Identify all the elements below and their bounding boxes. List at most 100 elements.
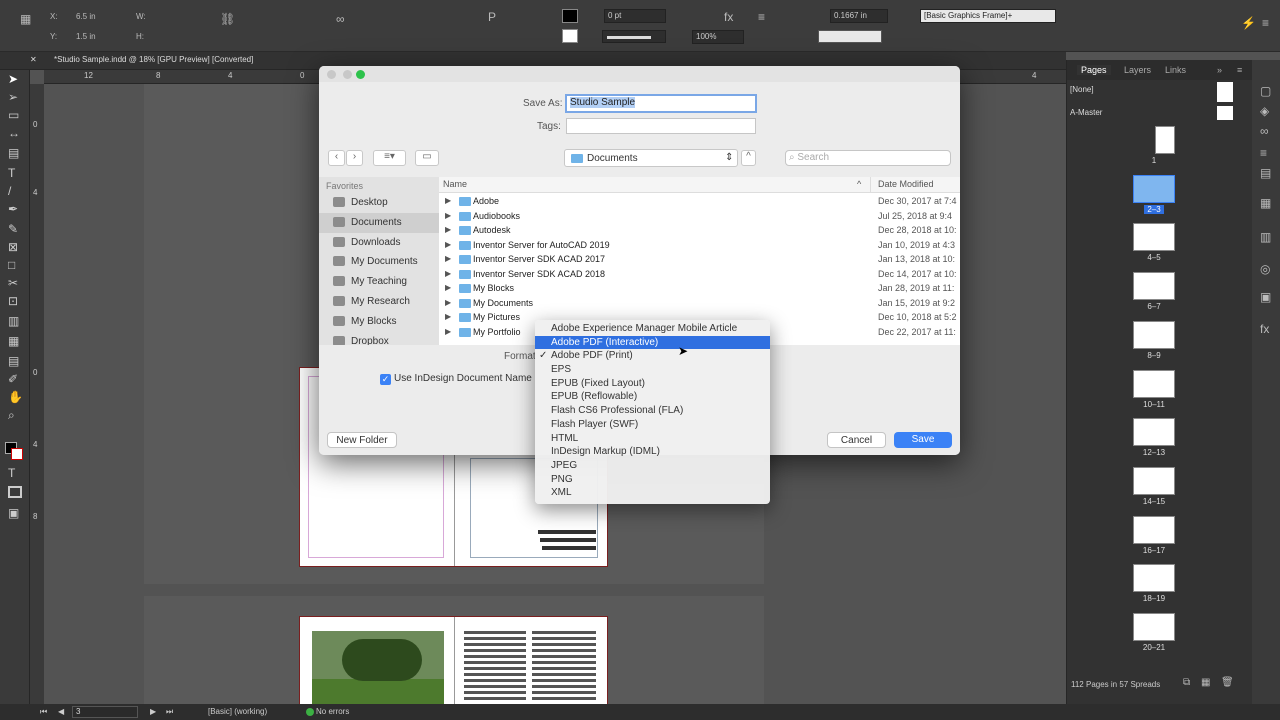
page-thumbnail[interactable]	[1155, 126, 1175, 154]
rectangle-frame-tool-icon[interactable]: ⊠	[8, 240, 18, 254]
page-thumbnail[interactable]	[1133, 466, 1175, 495]
zoom-light[interactable]	[356, 70, 365, 79]
note-tool-icon[interactable]: ▤	[8, 354, 19, 368]
new-page-icon[interactable]: ▦	[1201, 677, 1210, 688]
format-option[interactable]: JPEG	[535, 459, 770, 473]
stroke-swatch[interactable]	[562, 29, 578, 43]
forward-button[interactable]: ›	[346, 150, 363, 166]
sidebar-item-downloads[interactable]: Downloads	[319, 233, 439, 253]
disclosure-triangle-icon[interactable]: ▶	[445, 211, 451, 220]
normal-view-icon[interactable]	[8, 486, 22, 498]
disclosure-triangle-icon[interactable]: ▶	[445, 283, 451, 292]
zoom-tool-icon[interactable]: ⌕	[8, 408, 15, 423]
rectangle-tool-icon[interactable]: □	[8, 258, 15, 272]
format-option[interactable]: EPUB (Fixed Layout)	[535, 377, 770, 391]
next-page-icon[interactable]: ▶	[150, 707, 156, 716]
format-option[interactable]: XML	[535, 486, 770, 500]
fx-icon[interactable]: fx	[724, 10, 733, 24]
disclosure-triangle-icon[interactable]: ▶	[445, 225, 451, 234]
close-light[interactable]	[327, 70, 336, 79]
page-size-icon[interactable]: ⧉	[1183, 677, 1190, 688]
page-thumbnail[interactable]	[1133, 223, 1175, 252]
sidebar-item-my-blocks[interactable]: My Blocks	[319, 312, 439, 332]
close-icon[interactable]: ✕	[30, 55, 37, 64]
pencil-tool-icon[interactable]: ✎	[8, 222, 18, 236]
master-a[interactable]: A-Master	[1070, 108, 1102, 117]
direct-selection-tool-icon[interactable]: ➢	[8, 90, 18, 104]
last-page-icon[interactable]: ⏭	[166, 707, 173, 717]
free-transform-tool-icon[interactable]: ⊡	[8, 294, 18, 308]
format-option[interactable]: HTML	[535, 432, 770, 446]
format-option[interactable]: Flash Player (SWF)	[535, 418, 770, 432]
minimize-light[interactable]	[343, 70, 352, 79]
formatting-affects-icon[interactable]: T	[8, 466, 15, 480]
stroke-weight-field[interactable]: 0 pt	[604, 9, 666, 23]
disclosure-triangle-icon[interactable]: ▶	[445, 269, 451, 278]
panel-menu-icon[interactable]: ≡	[1237, 65, 1242, 75]
page-thumbnail[interactable]	[1133, 515, 1175, 544]
tags-field[interactable]	[566, 118, 756, 134]
pen-tool-icon[interactable]: ✒	[8, 202, 18, 216]
pages-panel-icon[interactable]: ▢	[1260, 84, 1271, 98]
hand-tool-icon[interactable]: ✋	[8, 390, 23, 404]
format-option[interactable]: PNG	[535, 473, 770, 487]
sidebar-item-desktop[interactable]: Desktop	[319, 193, 439, 213]
fx-panel-icon[interactable]: fx	[1260, 322, 1269, 336]
format-option[interactable]: EPS	[535, 363, 770, 377]
x-field[interactable]: 6.5 in	[76, 12, 96, 21]
fill-swatch[interactable]	[562, 9, 578, 23]
color-panel-icon[interactable]: ▤	[1260, 166, 1271, 180]
file-row[interactable]: ▶ Adobe Dec 30, 2017 at 7:4	[439, 195, 960, 209]
screen-mode-icon[interactable]: ▣	[8, 506, 19, 520]
link-icon[interactable]: ∞	[336, 12, 345, 26]
selection-tool-icon[interactable]: ➤	[8, 72, 18, 86]
first-page-icon[interactable]: ⏮	[40, 707, 47, 717]
swatch-select[interactable]	[818, 30, 882, 43]
stroke-type-select[interactable]	[602, 30, 666, 43]
file-row[interactable]: ▶ My Documents Jan 15, 2019 at 9:2	[439, 297, 960, 311]
preflight-status[interactable]: No errors	[316, 707, 349, 716]
name-column-header[interactable]: Name	[443, 179, 467, 189]
file-row[interactable]: ▶ Inventor Server SDK ACAD 2018 Dec 14, 20…	[439, 268, 960, 282]
trash-icon[interactable]: 🗑	[1221, 677, 1234, 688]
scissors-tool-icon[interactable]: ✂	[8, 276, 18, 290]
page-thumbnail[interactable]	[1133, 418, 1175, 447]
effects-panel-icon[interactable]: ▣	[1260, 290, 1271, 304]
search-field[interactable]: ⌕ Search	[785, 150, 951, 166]
gap-tool-icon[interactable]: ↔	[8, 126, 20, 140]
file-row[interactable]: ▶ Inventor Server for AutoCAD 2019 Jan 10,…	[439, 239, 960, 253]
constrain-icon[interactable]: ⛓	[220, 12, 235, 26]
links-panel-icon[interactable]: ∞	[1260, 124, 1269, 138]
format-option[interactable]: InDesign Markup (IDML)	[535, 445, 770, 459]
tab-links[interactable]: Links	[1165, 65, 1186, 75]
view-options-button[interactable]: ≡▾	[373, 150, 406, 166]
file-row[interactable]: ▶ Inventor Server SDK ACAD 2017 Jan 13, 20…	[439, 253, 960, 267]
new-folder-button[interactable]: New Folder	[327, 432, 397, 448]
page-thumbnail[interactable]	[1133, 613, 1175, 641]
tab-layers[interactable]: Layers	[1124, 65, 1151, 75]
reference-point-icon[interactable]: ▦	[20, 12, 31, 26]
cc-libraries-icon[interactable]: ◎	[1260, 262, 1270, 276]
prev-page-icon[interactable]: ◀	[58, 707, 64, 716]
format-option[interactable]: ✓ Adobe PDF (Print)	[535, 349, 770, 363]
location-select[interactable]: Documents ⇕	[564, 149, 738, 167]
preflight-profile[interactable]: [Basic] (working)	[208, 707, 267, 716]
sidebar-item-my-documents[interactable]: My Documents	[319, 252, 439, 272]
disclosure-triangle-icon[interactable]: ▶	[445, 196, 451, 205]
panel-expand-icon[interactable]: »	[1217, 65, 1222, 75]
collapse-button[interactable]: ^	[741, 150, 756, 166]
spread-4-5[interactable]	[299, 616, 608, 707]
y-field[interactable]: 1.5 in	[76, 32, 96, 41]
object-style-select[interactable]: [Basic Graphics Frame]+	[920, 9, 1056, 23]
content-collector-icon[interactable]: ▤	[8, 146, 19, 160]
text-path-icon[interactable]: P	[488, 10, 496, 24]
save-as-field[interactable]: Studio Sample	[565, 94, 757, 113]
sidebar-item-my-teaching[interactable]: My Teaching	[319, 272, 439, 292]
type-tool-icon[interactable]: T	[8, 166, 15, 180]
master-none-thumb[interactable]	[1217, 82, 1233, 102]
menu-icon[interactable]: ≡	[1262, 16, 1269, 30]
align-icon[interactable]: ≡	[758, 10, 765, 24]
page-thumbnail[interactable]	[1133, 320, 1175, 349]
save-button[interactable]: Save	[894, 432, 952, 448]
file-row[interactable]: ▶ My Blocks Jan 28, 2019 at 11:	[439, 282, 960, 296]
